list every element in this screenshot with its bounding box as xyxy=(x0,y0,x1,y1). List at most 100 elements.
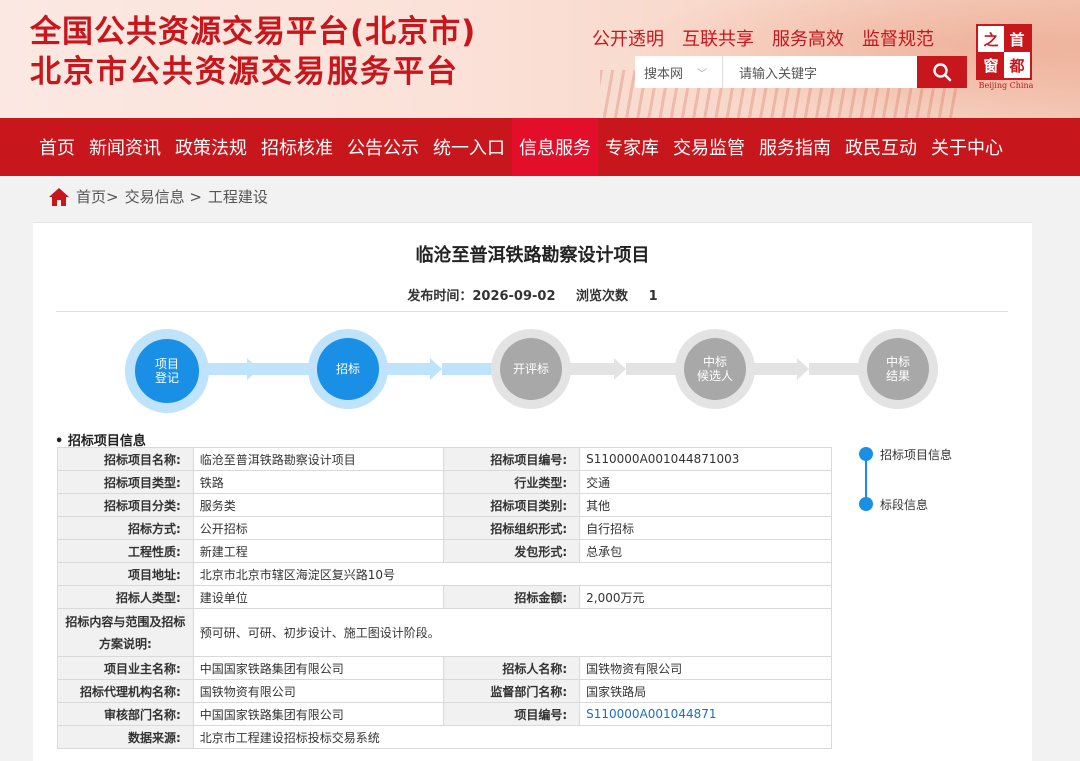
table-row: 项目地址: 北京市北京市辖区海淀区复兴路10号 xyxy=(57,562,833,586)
nav-item-about[interactable]: 关于中心 xyxy=(924,118,1010,176)
step-result[interactable]: 中标 结果 xyxy=(858,329,938,409)
step-label: 项目 登记 xyxy=(135,339,199,403)
step-label: 开评标 xyxy=(500,338,562,400)
step-arrow-icon xyxy=(797,358,809,380)
field-label: 招标方式: xyxy=(57,516,194,540)
home-icon[interactable] xyxy=(48,187,70,207)
step-register[interactable]: 项目 登记 xyxy=(125,329,209,413)
field-value: S110000A001044871003 xyxy=(579,447,832,471)
field-label: 项目编号: xyxy=(443,702,581,726)
site-title-line2: 北京市公共资源交易服务平台 xyxy=(30,54,459,90)
anchor-tender-info[interactable]: 招标项目信息 xyxy=(880,446,952,463)
table-row: 数据来源: 北京市工程建设招标投标交易系统 xyxy=(57,725,833,749)
field-value: 国铁物资有限公司 xyxy=(192,679,445,703)
quick-link-efficient[interactable]: 服务高效 xyxy=(772,25,844,51)
field-value: 其他 xyxy=(579,493,832,517)
nav-item-policy[interactable]: 政策法规 xyxy=(168,118,254,176)
nav-item-news[interactable]: 新闻资讯 xyxy=(82,118,168,176)
step-arrow-icon xyxy=(430,358,442,380)
table-row: 工程性质: 新建工程 发包形式: 总承包 xyxy=(57,539,832,563)
nav-item-supervision[interactable]: 交易监管 xyxy=(666,118,752,176)
anchor-lot-info[interactable]: 标段信息 xyxy=(880,496,928,513)
site-title-line1: 全国公共资源交易平台(北京市) xyxy=(30,14,477,50)
quick-link-transparent[interactable]: 公开透明 xyxy=(592,25,664,51)
field-value: 公开招标 xyxy=(192,516,445,540)
step-bidding[interactable]: 招标 xyxy=(308,329,388,409)
field-value: 北京市北京市辖区海淀区复兴路10号 xyxy=(192,562,833,586)
table-row: 招标内容与范围及招标方案说明: 预可研、可研、初步设计、施工图设计阶段。 xyxy=(57,608,833,657)
field-value: 北京市工程建设招标投标交易系统 xyxy=(192,725,833,749)
field-label: 招标项目编号: xyxy=(443,447,581,471)
search-input[interactable]: 请输入关键字 xyxy=(723,56,917,88)
field-value: 2,000万元 xyxy=(579,585,832,609)
nav-item-announcement[interactable]: 公告公示 xyxy=(340,118,426,176)
breadcrumb-trade-info[interactable]: 交易信息 > xyxy=(125,186,202,207)
nav-item-guide[interactable]: 服务指南 xyxy=(752,118,838,176)
field-label: 招标组织形式: xyxy=(443,516,581,540)
field-label: 招标人类型: xyxy=(57,585,194,609)
project-detail-panel: 临沧至普洱铁路勘察设计项目 发布时间：2026-09-02 浏览次数 1 项目 … xyxy=(33,222,1032,761)
anchor-dot[interactable] xyxy=(859,447,873,461)
step-label: 中标 结果 xyxy=(867,338,929,400)
field-label: 数据来源: xyxy=(57,725,194,749)
table-row: 招标项目类型: 铁路 行业类型: 交通 xyxy=(57,470,832,494)
field-value: 新建工程 xyxy=(192,539,445,563)
section-anchors: 招标项目信息 标段信息 xyxy=(859,445,1009,525)
step-connector xyxy=(383,363,433,375)
search-icon xyxy=(933,63,952,82)
search-scope-select[interactable]: 搜本网 ﹀ xyxy=(635,56,723,88)
nav-item-home[interactable]: 首页 xyxy=(32,118,82,176)
field-value: 临沧至普洱铁路勘察设计项目 xyxy=(192,447,445,471)
nav-item-interaction[interactable]: 政民互动 xyxy=(838,118,924,176)
field-value: 中国国家铁路集团有限公司 xyxy=(192,702,445,726)
breadcrumb-engineering[interactable]: 工程建设 xyxy=(208,186,268,207)
progress-steps: 项目 登记 招标 开评标 中标 候选人 中标 结果 xyxy=(33,223,1032,423)
chevron-down-icon: ﹀ xyxy=(697,68,708,80)
table-row: 招标项目名称: 临沧至普洱铁路勘察设计项目 招标项目编号: S110000A00… xyxy=(57,447,832,471)
search-button[interactable] xyxy=(917,56,967,88)
step-connector xyxy=(749,363,799,375)
field-label: 工程性质: xyxy=(57,539,194,563)
capital-window-logo[interactable]: 之 首 窗 都 Beijing China xyxy=(976,24,1036,90)
anchor-dot[interactable] xyxy=(859,497,873,511)
table-row: 招标代理机构名称: 国铁物资有限公司 监督部门名称: 国家铁路局 xyxy=(57,679,832,703)
main-nav: 首页 新闻资讯 政策法规 招标核准 公告公示 统一入口 信息服务 专家库 交易监… xyxy=(0,118,1080,176)
quick-link-supervise[interactable]: 监督规范 xyxy=(862,25,934,51)
logo-english: Beijing China xyxy=(978,81,1034,90)
logo-char: 之 xyxy=(983,30,999,49)
breadcrumb-home[interactable]: 首页> xyxy=(76,186,119,207)
field-label: 行业类型: xyxy=(443,470,581,494)
quick-link-share[interactable]: 互联共享 xyxy=(682,25,754,51)
field-value: 建设单位 xyxy=(192,585,445,609)
field-value: 中国国家铁路集团有限公司 xyxy=(192,656,445,680)
nav-item-approval[interactable]: 招标核准 xyxy=(254,118,340,176)
step-candidates[interactable]: 中标 候选人 xyxy=(675,329,755,409)
step-label: 中标 候选人 xyxy=(684,338,746,400)
field-label: 招标人名称: xyxy=(443,656,581,680)
logo-char: 都 xyxy=(1009,56,1025,75)
nav-item-info-service[interactable]: 信息服务 xyxy=(512,118,598,176)
field-value: 国铁物资有限公司 xyxy=(579,656,832,680)
logo-char: 窗 xyxy=(978,52,1004,78)
table-row: 招标方式: 公开招标 招标组织形式: 自行招标 xyxy=(57,516,832,540)
field-label: 招标内容与范围及招标方案说明: xyxy=(57,608,194,657)
project-number-link[interactable]: S110000A001044871 xyxy=(579,702,832,726)
field-label: 招标项目类别: xyxy=(443,493,581,517)
nav-item-experts[interactable]: 专家库 xyxy=(598,118,666,176)
field-label: 招标项目名称: xyxy=(57,447,194,471)
table-row: 招标项目分类: 服务类 招标项目类别: 其他 xyxy=(57,493,832,517)
field-label: 项目地址: xyxy=(57,562,194,586)
field-label: 审核部门名称: xyxy=(57,702,194,726)
step-evaluation[interactable]: 开评标 xyxy=(491,329,571,409)
field-value: 铁路 xyxy=(192,470,445,494)
table-row: 项目业主名称: 中国国家铁路集团有限公司 招标人名称: 国铁物资有限公司 xyxy=(57,656,832,680)
field-label: 监督部门名称: xyxy=(443,679,581,703)
nav-item-unified-entry[interactable]: 统一入口 xyxy=(426,118,512,176)
table-row: 招标人类型: 建设单位 招标金额: 2,000万元 xyxy=(57,585,832,609)
tender-info-table: 招标项目名称: 临沧至普洱铁路勘察设计项目 招标项目编号: S110000A00… xyxy=(57,447,833,749)
table-row: 审核部门名称: 中国国家铁路集团有限公司 项目编号: S110000A00104… xyxy=(57,702,832,726)
search-scope-label: 搜本网 xyxy=(644,66,684,82)
field-label: 发包形式: xyxy=(443,539,581,563)
field-label: 项目业主名称: xyxy=(57,656,194,680)
step-arrow-icon xyxy=(614,358,626,380)
